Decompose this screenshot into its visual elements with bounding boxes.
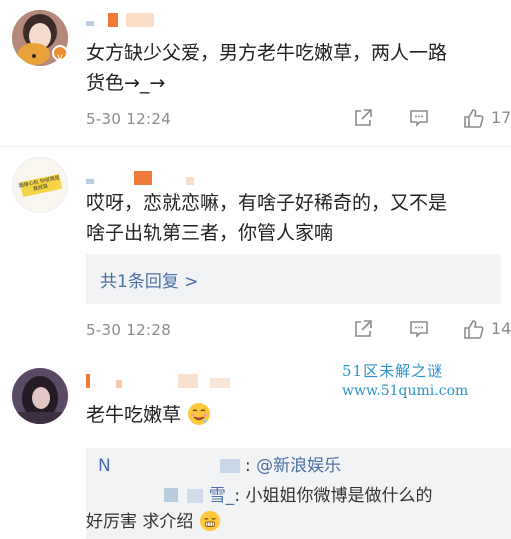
comment-text: 女方缺少父爱，男方老牛吃嫩草，两人一路 货色→_→: [86, 42, 448, 94]
sub-reply-user[interactable]: N: [98, 456, 111, 476]
mention-link[interactable]: @新浪娱乐: [256, 456, 341, 476]
sub-reply-user[interactable]: 雪_: [209, 486, 235, 506]
comment-2: 超级心机 你说我是 我就是 哎呀，恋就恋嘛，有啥子好稀奇的，又不是 啥子出轨第三…: [0, 150, 511, 350]
reply-summary[interactable]: 共1条回复 >: [86, 254, 501, 304]
redacted-block: [187, 489, 204, 503]
comment-text: 哎呀，恋就恋嘛，有啥子好稀奇的，又不是 啥子出轨第三者，你管人家喃: [86, 192, 448, 244]
sub-reply-2-continued: 好厉害 求介绍: [86, 510, 221, 534]
comment-time: 5-30 12:24: [86, 110, 172, 128]
comment-time: 5-30 12:28: [86, 321, 172, 339]
comment-actions: 14: [352, 318, 511, 342]
comment-actions: 17: [352, 107, 511, 131]
redacted-block: [116, 459, 214, 471]
username-redacted[interactable]: [86, 374, 246, 388]
sub-reply-1[interactable]: N : @新浪娱乐: [98, 454, 341, 478]
username-redacted[interactable]: [86, 171, 206, 185]
comment-icon[interactable]: [408, 107, 430, 129]
comment-text: 老牛吃嫩草: [86, 400, 501, 430]
sub-replies: N : @新浪娱乐 雪_: 小姐姐你微博是做什么的 好厉害 求介绍: [86, 448, 511, 539]
drool-emoji-icon: [188, 403, 211, 425]
svg-text:v: v: [57, 52, 63, 62]
grimace-emoji-icon: [199, 510, 220, 532]
avatar[interactable]: [12, 368, 68, 424]
redacted-block: [219, 459, 240, 473]
like-count: 17: [491, 108, 511, 127]
like-icon[interactable]: [462, 107, 484, 129]
verified-badge-icon: v: [52, 45, 68, 63]
view-replies-link[interactable]: 共1条回复 >: [100, 267, 198, 292]
share-icon[interactable]: [352, 318, 374, 340]
comment-3: 老牛吃嫩草 N : @新浪娱乐 雪_: 小姐姐你微博是做什么的 好厉害 求介绍: [0, 362, 511, 539]
like-icon[interactable]: [462, 318, 484, 340]
divider: [0, 146, 511, 147]
comment-icon[interactable]: [408, 318, 430, 340]
like-count: 14: [491, 319, 511, 338]
comment-1: v 女方缺少父爱，男方老牛吃嫩草，两人一路 货色→_→ 5-30 12:24 1…: [0, 0, 511, 140]
share-icon[interactable]: [352, 107, 374, 129]
sub-reply-2[interactable]: 雪_: 小姐姐你微博是做什么的: [86, 484, 432, 508]
redacted-block: [86, 489, 182, 501]
avatar-image: [12, 368, 68, 424]
username-redacted[interactable]: [86, 13, 206, 27]
